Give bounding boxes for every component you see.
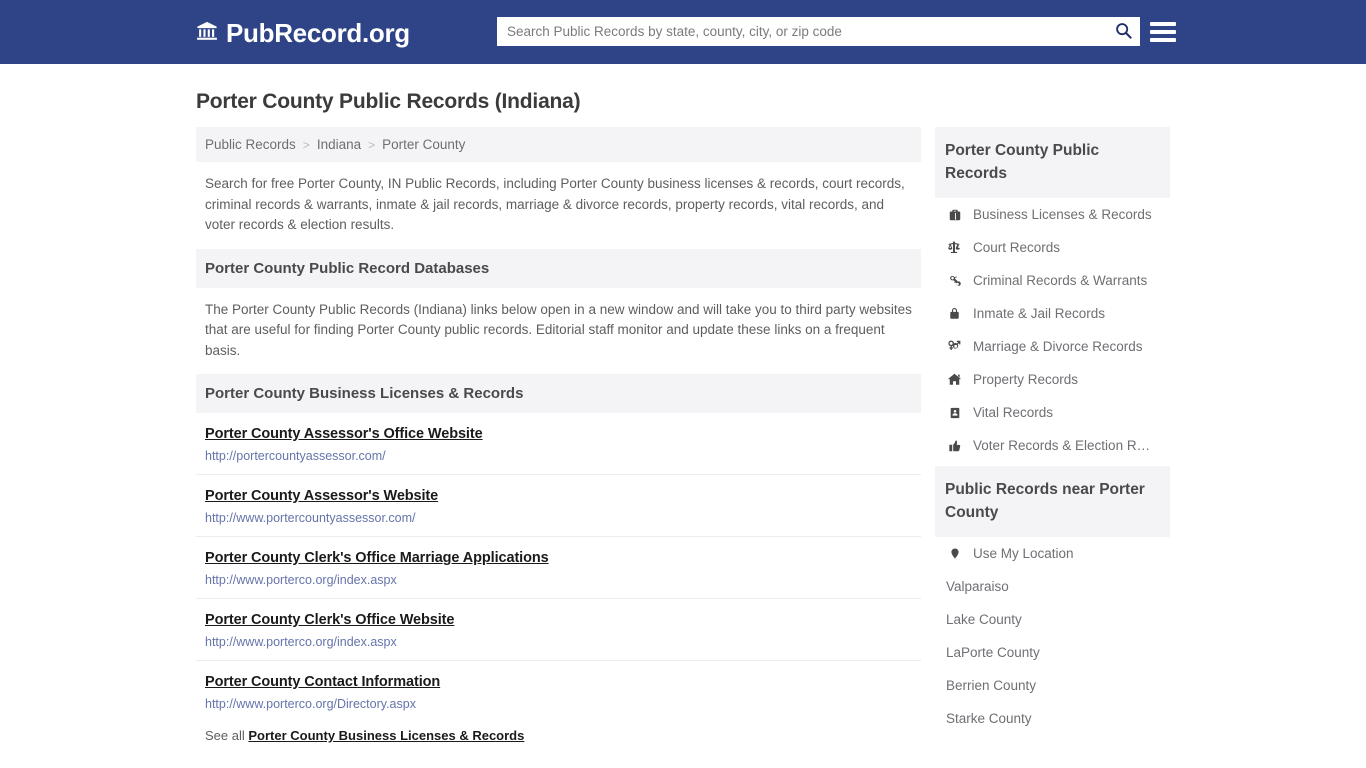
site-logo-text: PubRecord.org <box>226 18 410 48</box>
databases-paragraph: The Porter County Public Records (Indian… <box>205 301 912 358</box>
briefcase-icon <box>946 208 963 222</box>
breadcrumb: Public Records > Indiana > Porter County <box>196 127 921 162</box>
scales-of-justice-icon <box>946 240 963 255</box>
sidebar-item-starke-county[interactable]: Starke County <box>935 702 1170 735</box>
see-all-prefix: See all <box>205 728 245 743</box>
list-item[interactable]: Porter County Clerk's Office Marriage Ap… <box>196 537 921 599</box>
sidebar-item-criminal-records[interactable]: Criminal Records & Warrants <box>935 264 1170 297</box>
section-heading-databases: Porter County Public Record Databases <box>196 248 921 288</box>
bank-icon <box>196 18 218 49</box>
breadcrumb-item-public-records[interactable]: Public Records <box>205 137 296 152</box>
sidebar-item-berrien-county[interactable]: Berrien County <box>935 669 1170 702</box>
search-icon <box>1114 21 1133 43</box>
handcuffs-icon <box>946 274 963 288</box>
breadcrumb-separator: > <box>302 137 310 152</box>
record-link-url[interactable]: http://www.portercountyassessor.com/ <box>205 511 912 525</box>
business-link-list: Porter County Assessor's Office Website … <box>196 413 921 722</box>
sidebar-item-label: Vital Records <box>973 405 1054 420</box>
sidebar: Porter County Public Records Business Li… <box>935 127 1170 739</box>
sidebar-records-list: Business Licenses & Records Court Record… <box>935 198 1170 462</box>
site-logo[interactable]: PubRecord.org <box>196 18 410 49</box>
page-wrapper: Porter County Public Records (Indiana) P… <box>0 64 1366 753</box>
record-link-title[interactable]: Porter County Clerk's Office Website <box>205 612 912 628</box>
breadcrumb-separator: > <box>368 137 376 152</box>
map-pin-icon <box>946 546 963 561</box>
section-heading-business-licenses: Porter County Business Licenses & Record… <box>196 374 921 413</box>
sidebar-item-label: LaPorte County <box>946 645 1040 660</box>
sidebar-item-use-my-location[interactable]: Use My Location <box>935 537 1170 570</box>
hamburger-menu-icon[interactable] <box>1150 19 1176 45</box>
intro-paragraph: Search for free Porter County, IN Public… <box>205 176 905 232</box>
sidebar-near-list: Use My Location Valparaiso Lake County L… <box>935 537 1170 735</box>
record-link-title[interactable]: Porter County Contact Information <box>205 674 912 690</box>
breadcrumb-item-indiana[interactable]: Indiana <box>317 137 361 152</box>
record-link-title[interactable]: Porter County Clerk's Office Marriage Ap… <box>205 550 912 566</box>
site-header: PubRecord.org <box>0 0 1366 64</box>
sidebar-heading-records: Porter County Public Records <box>935 127 1170 198</box>
id-badge-icon <box>946 406 963 420</box>
sidebar-item-label: Marriage & Divorce Records <box>973 339 1143 354</box>
sidebar-item-marriage-divorce-records[interactable]: Marriage & Divorce Records <box>935 330 1170 363</box>
sidebar-item-valparaiso[interactable]: Valparaiso <box>935 570 1170 603</box>
sidebar-card-records: Porter County Public Records Business Li… <box>935 127 1170 462</box>
thumbs-up-icon <box>946 439 963 453</box>
record-link-url[interactable]: http://portercountyassessor.com/ <box>205 449 912 463</box>
sidebar-item-laporte-county[interactable]: LaPorte County <box>935 636 1170 669</box>
sidebar-item-label: Court Records <box>973 240 1061 255</box>
list-item[interactable]: Porter County Assessor's Office Website … <box>196 413 921 475</box>
search-input[interactable] <box>497 18 1106 45</box>
sidebar-item-court-records[interactable]: Court Records <box>935 231 1170 264</box>
record-link-title[interactable]: Porter County Assessor's Office Website <box>205 426 912 442</box>
record-link-title[interactable]: Porter County Assessor's Website <box>205 488 912 504</box>
record-link-url[interactable]: http://www.porterco.org/index.aspx <box>205 635 912 649</box>
sidebar-item-property-records[interactable]: Property Records <box>935 363 1170 396</box>
sidebar-item-vital-records[interactable]: Vital Records <box>935 396 1170 429</box>
sidebar-item-label: Berrien County <box>946 678 1037 693</box>
sidebar-item-inmate-jail-records[interactable]: Inmate & Jail Records <box>935 297 1170 330</box>
list-item[interactable]: Porter County Contact Information http:/… <box>196 661 921 722</box>
list-item[interactable]: Porter County Assessor's Website http://… <box>196 475 921 537</box>
sidebar-item-voter-records[interactable]: Voter Records & Election R… <box>935 429 1170 462</box>
lock-icon <box>946 307 963 320</box>
sidebar-item-label: Inmate & Jail Records <box>973 306 1106 321</box>
sidebar-item-lake-county[interactable]: Lake County <box>935 603 1170 636</box>
record-link-url[interactable]: http://www.porterco.org/index.aspx <box>205 573 912 587</box>
sidebar-item-label: Valparaiso <box>946 579 1009 594</box>
sidebar-heading-near: Public Records near Porter County <box>935 466 1170 537</box>
see-all-row: See all Porter County Business Licenses … <box>196 722 921 753</box>
home-icon <box>946 372 963 387</box>
breadcrumb-item-porter-county[interactable]: Porter County <box>382 137 465 152</box>
see-all-link[interactable]: Porter County Business Licenses & Record… <box>248 728 524 743</box>
venus-mars-icon <box>946 339 963 354</box>
sidebar-card-near: Public Records near Porter County Use My… <box>935 466 1170 735</box>
search-button[interactable] <box>1106 17 1140 46</box>
sidebar-item-label: Voter Records & Election R… <box>973 438 1151 453</box>
page-title: Porter County Public Records (Indiana) <box>196 90 581 113</box>
sidebar-item-business-licenses[interactable]: Business Licenses & Records <box>935 198 1170 231</box>
sidebar-item-label: Starke County <box>946 711 1032 726</box>
sidebar-item-label: Lake County <box>946 612 1022 627</box>
sidebar-item-label: Criminal Records & Warrants <box>973 273 1148 288</box>
sidebar-item-label: Business Licenses & Records <box>973 207 1152 222</box>
sidebar-item-label: Use My Location <box>973 546 1074 561</box>
search-bar[interactable] <box>497 17 1140 46</box>
record-link-url[interactable]: http://www.porterco.org/Directory.aspx <box>205 697 912 711</box>
sidebar-item-label: Property Records <box>973 372 1079 387</box>
main-content: Public Records > Indiana > Porter County… <box>196 127 921 753</box>
list-item[interactable]: Porter County Clerk's Office Website htt… <box>196 599 921 661</box>
